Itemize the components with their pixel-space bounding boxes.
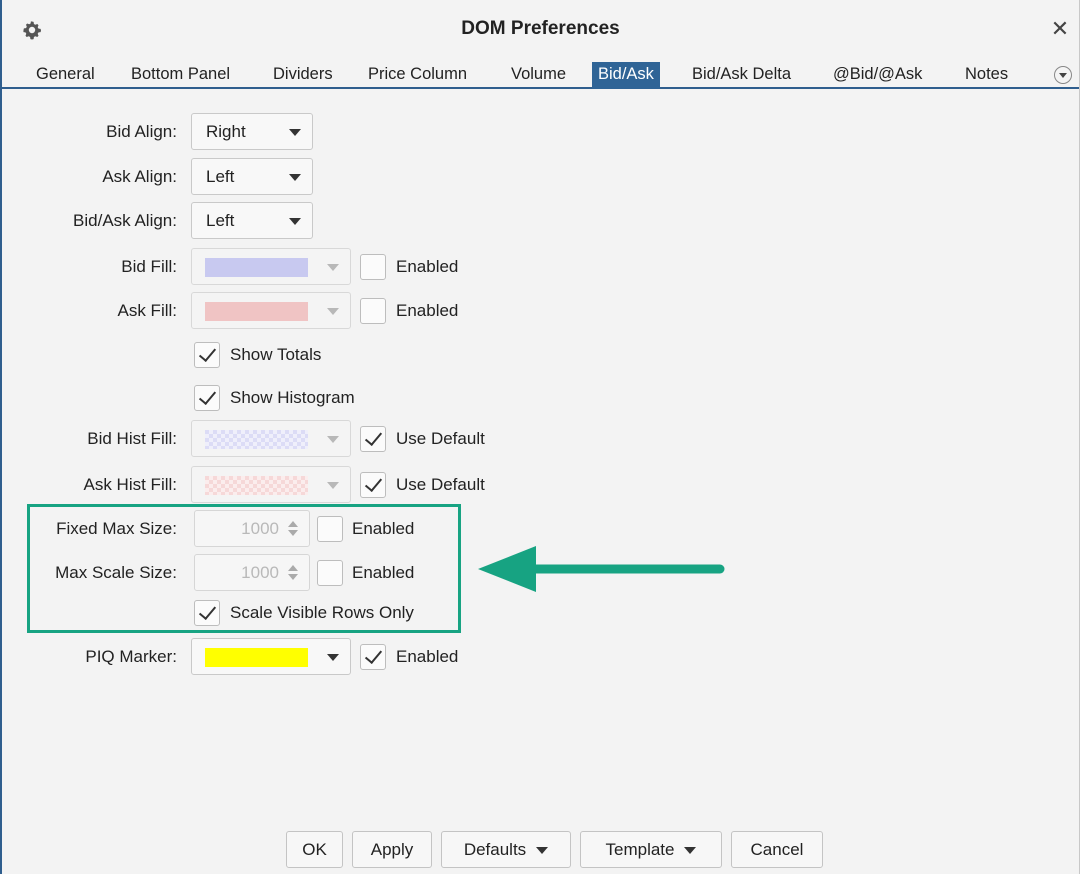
bid-hist-use-default-label: Use Default [396, 429, 485, 448]
bid-align-value: Right [206, 122, 246, 141]
max-scale-size-value: 1000 [241, 563, 279, 582]
chevron-down-icon [327, 308, 339, 315]
dialog-title: DOM Preferences [461, 18, 620, 39]
ask-fill-swatch [205, 302, 308, 321]
ask-align-select[interactable]: Left [191, 158, 313, 195]
bid-hist-fill-label: Bid Hist Fill: [87, 429, 177, 448]
cancel-button[interactable]: Cancel [731, 831, 823, 868]
chevron-down-icon [327, 264, 339, 271]
ask-align-label: Ask Align: [102, 167, 177, 186]
stepper-down-icon[interactable] [288, 530, 298, 536]
chevron-down-icon [327, 482, 339, 489]
piq-marker-enabled-label: Enabled [396, 647, 459, 666]
bid-align-label: Bid Align: [106, 122, 177, 141]
tab-volume[interactable]: Volume [511, 62, 566, 87]
tab-at-bid-at-ask[interactable]: @Bid/@Ask [833, 62, 922, 87]
ok-button[interactable]: OK [286, 831, 343, 868]
chevron-down-icon [289, 129, 301, 136]
fixed-max-size-label: Fixed Max Size: [56, 519, 177, 538]
bid-fill-label: Bid Fill: [121, 257, 177, 276]
ask-fill-enabled-label: Enabled [396, 301, 459, 320]
fixed-max-size-stepper[interactable]: 1000 [194, 510, 310, 547]
ask-hist-fill-swatch [205, 476, 308, 495]
title-bar[interactable]: DOM Preferences ✕ [2, 0, 1079, 62]
chevron-down-icon [289, 174, 301, 181]
chevron-down-icon [684, 847, 697, 855]
tab-bar: General Bottom Panel Dividers Price Colu… [2, 62, 1079, 89]
piq-marker-swatch [205, 648, 308, 667]
piq-marker-color-select[interactable] [191, 638, 351, 675]
piq-marker-label: PIQ Marker: [85, 647, 177, 666]
tab-bid-ask-delta[interactable]: Bid/Ask Delta [692, 62, 791, 87]
bid-fill-swatch [205, 258, 308, 277]
bid-ask-align-label: Bid/Ask Align: [73, 211, 177, 230]
bid-ask-align-select[interactable]: Left [191, 202, 313, 239]
fixed-max-size-enabled-label: Enabled [352, 519, 415, 538]
annotation-arrow-icon [478, 546, 725, 592]
show-histogram-label: Show Histogram [230, 388, 355, 407]
bid-hist-use-default-checkbox[interactable] [360, 426, 386, 452]
chevron-down-icon [327, 436, 339, 443]
show-histogram-checkbox[interactable] [194, 385, 220, 411]
ask-fill-enabled-checkbox[interactable] [360, 298, 386, 324]
bid-fill-enabled-label: Enabled [396, 257, 459, 276]
template-button[interactable]: Template [580, 831, 722, 868]
bid-fill-color-select[interactable] [191, 248, 351, 285]
max-scale-size-enabled-checkbox[interactable] [317, 560, 343, 586]
fixed-max-size-enabled-checkbox[interactable] [317, 516, 343, 542]
ask-align-value: Left [206, 167, 235, 186]
max-scale-size-enabled-label: Enabled [352, 563, 415, 582]
tab-bottom-panel[interactable]: Bottom Panel [131, 62, 230, 87]
dom-preferences-dialog: DOM Preferences ✕ General Bottom Panel D… [0, 0, 1080, 874]
chevron-down-icon [536, 847, 549, 855]
fixed-max-size-value: 1000 [241, 519, 279, 538]
scale-visible-rows-label: Scale Visible Rows Only [230, 603, 414, 622]
close-icon[interactable]: ✕ [1049, 18, 1071, 40]
piq-marker-enabled-checkbox[interactable] [360, 644, 386, 670]
show-totals-checkbox[interactable] [194, 342, 220, 368]
ask-hist-use-default-label: Use Default [396, 475, 485, 494]
defaults-button[interactable]: Defaults [441, 831, 571, 868]
tab-overflow-icon[interactable] [1054, 66, 1072, 84]
tab-notes[interactable]: Notes [965, 62, 1008, 87]
stepper-down-icon[interactable] [288, 574, 298, 580]
scale-visible-rows-checkbox[interactable] [194, 600, 220, 626]
bid-hist-fill-swatch [205, 430, 308, 449]
chevron-down-icon [289, 218, 301, 225]
tab-price-column[interactable]: Price Column [368, 62, 467, 87]
show-totals-label: Show Totals [230, 345, 322, 364]
tab-bid-ask[interactable]: Bid/Ask [592, 62, 660, 89]
tab-dividers[interactable]: Dividers [273, 62, 333, 87]
max-scale-size-stepper[interactable]: 1000 [194, 554, 310, 591]
ask-hist-fill-color-select[interactable] [191, 466, 351, 503]
bid-hist-fill-color-select[interactable] [191, 420, 351, 457]
bid-align-select[interactable]: Right [191, 113, 313, 150]
ask-fill-color-select[interactable] [191, 292, 351, 329]
stepper-up-icon[interactable] [288, 521, 298, 527]
template-button-label: Template [605, 840, 675, 859]
tab-general[interactable]: General [36, 62, 95, 87]
defaults-button-label: Defaults [463, 840, 527, 859]
bid-fill-enabled-checkbox[interactable] [360, 254, 386, 280]
ask-hist-fill-label: Ask Hist Fill: [83, 475, 178, 494]
ask-hist-use-default-checkbox[interactable] [360, 472, 386, 498]
max-scale-size-label: Max Scale Size: [55, 563, 177, 582]
chevron-down-icon [327, 654, 339, 661]
ask-fill-label: Ask Fill: [117, 301, 178, 320]
apply-button[interactable]: Apply [352, 831, 432, 868]
bid-ask-align-value: Left [206, 211, 235, 230]
stepper-up-icon[interactable] [288, 565, 298, 571]
